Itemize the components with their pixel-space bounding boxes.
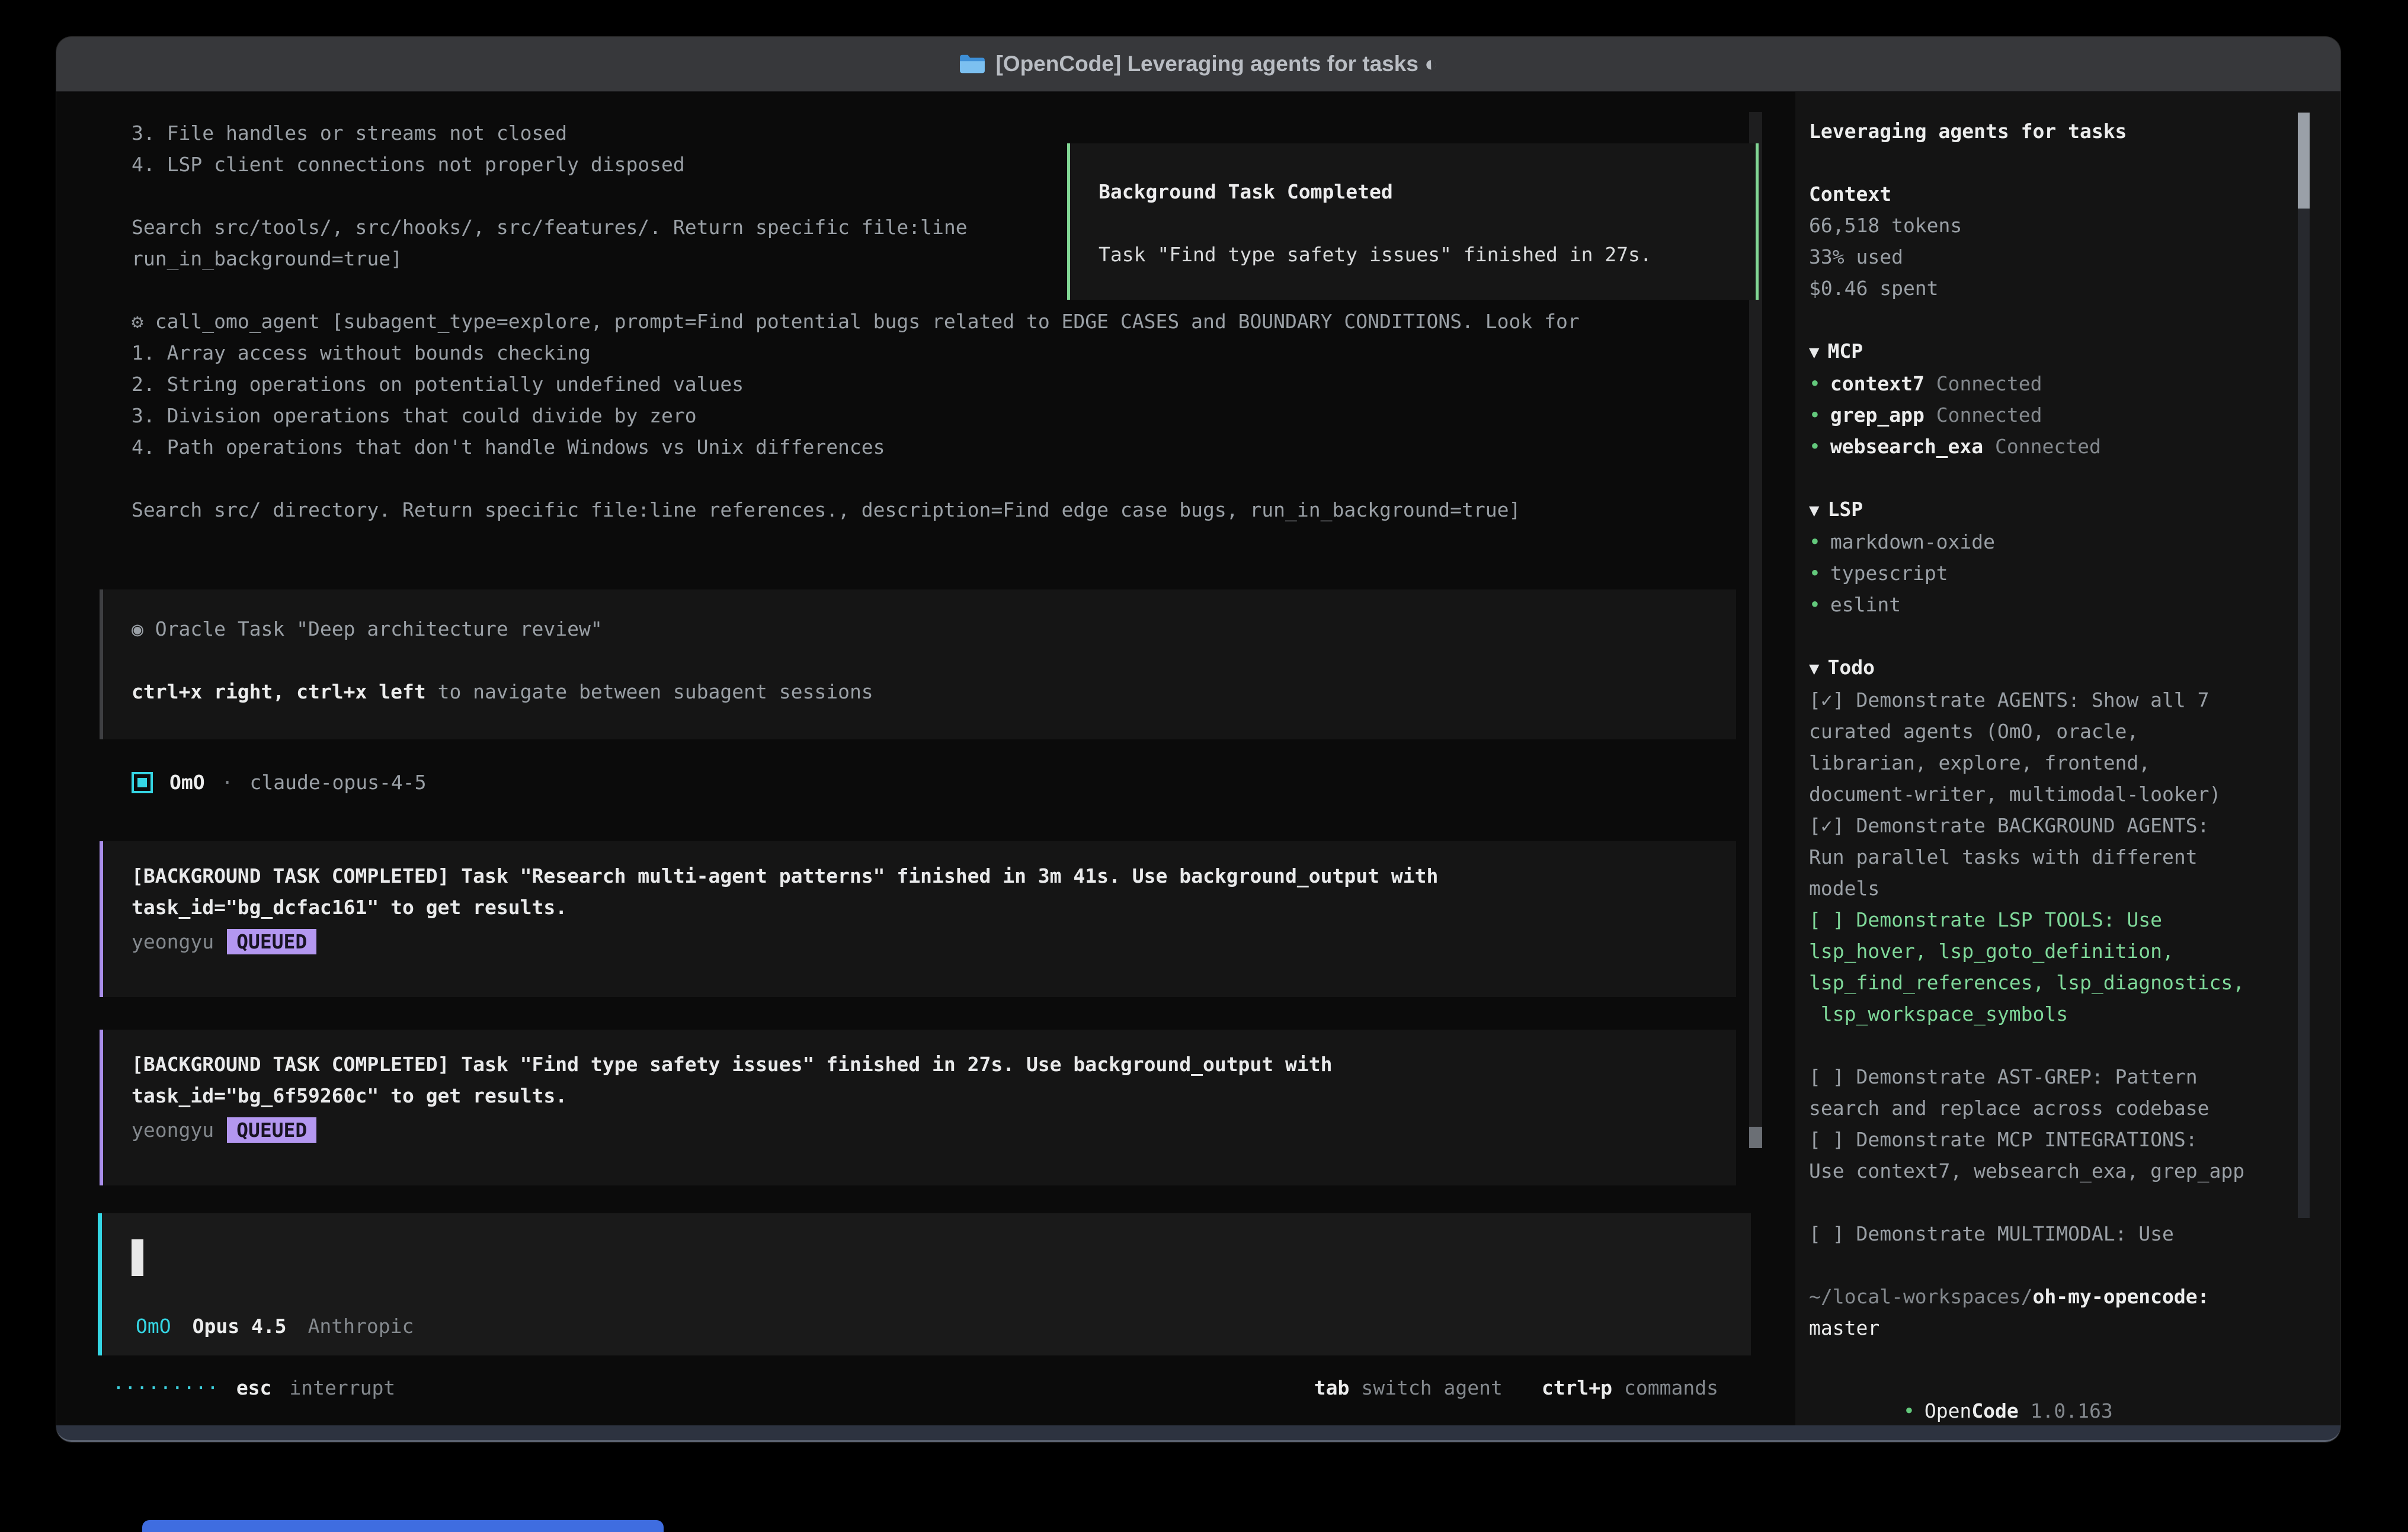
mcp-item: •context7 Connected (1809, 368, 2295, 399)
input-agent-label: OmO (136, 1315, 171, 1338)
todo-item-pending: [ ] Demonstrate AST-GREP: Pattern search… (1809, 1061, 2295, 1124)
opencode-terminal-window: [OpenCode] Leveraging agents for tasks ◐… (56, 37, 2340, 1442)
folder-icon (959, 53, 986, 75)
queued-badge: QUEUED (227, 929, 316, 954)
lsp-item: •typescript (1809, 557, 2295, 589)
keybind-text: ctrl+x right, ctrl+x left (132, 680, 426, 703)
status-dot-icon: • (1809, 530, 1821, 553)
todo-item-done: [✓] Demonstrate AGENTS: Show all 7 curat… (1809, 684, 2295, 810)
scrollback-line: 1. Array access without bounds checking (132, 337, 1755, 368)
gear-icon: ⚙ (132, 310, 143, 333)
task-message-line: [BACKGROUND TASK COMPLETED] Task "Find t… (132, 1049, 1736, 1080)
fisheye-icon: ◉ (132, 617, 143, 640)
scrollback-line: 4. Path operations that don't handle Win… (132, 431, 1755, 463)
sidebar-scrollbar-thumb[interactable] (2298, 113, 2310, 209)
tool-call-line: ⚙ call_omo_agent [subagent_type=explore,… (132, 306, 1755, 337)
main-scrollbar-thumb[interactable] (1749, 1127, 1762, 1148)
task-message-line: task_id="bg_6f59260c" to get results. (132, 1080, 1736, 1111)
chevron-down-icon: ▼ (1809, 658, 1819, 678)
lsp-item: •markdown-oxide (1809, 526, 2295, 557)
window-title-text: [OpenCode] Leveraging agents for tasks ◐ (995, 52, 1437, 76)
window-title: [OpenCode] Leveraging agents for tasks ◐ (959, 52, 1437, 76)
session-title: Leveraging agents for tasks (1809, 116, 2295, 147)
input-model-label: Opus 4.5 (193, 1315, 287, 1338)
input-meta: OmO Opus 4.5 Anthropic (136, 1315, 414, 1338)
status-left: ········· esc interrupt (113, 1376, 395, 1399)
text-cursor (132, 1239, 143, 1276)
background-task-message: [BACKGROUND TASK COMPLETED] Task "Find t… (100, 1030, 1736, 1185)
status-dot-icon: • (1809, 372, 1821, 395)
input-provider-label: Anthropic (308, 1315, 414, 1338)
tool-call-text: call_omo_agent [subagent_type=explore, p… (155, 310, 1580, 333)
background-window-edge[interactable] (142, 1520, 664, 1532)
status-dot-icon: • (1809, 435, 1821, 458)
todo-item-active: [ ] Demonstrate LSP TOOLS: Use lsp_hover… (1809, 904, 2295, 1030)
ctrlp-key-label: commands (1624, 1376, 1718, 1399)
todo-section-header[interactable]: ▼Todo (1809, 652, 2295, 684)
status-right: tab switch agent ctrl+p commands (1314, 1376, 1718, 1399)
chevron-down-icon: ▼ (1809, 500, 1819, 520)
scrollback-line: 3. Division operations that could divide… (132, 400, 1755, 431)
lsp-section-header[interactable]: ▼LSP (1809, 493, 2295, 526)
agent-separator: · (222, 771, 233, 794)
chat-main-pane: 3. File handles or streams not closed 4.… (56, 92, 1795, 1425)
agent-model: claude-opus-4-5 (249, 771, 426, 794)
background-task-toast: Background Task Completed Task "Find typ… (1067, 143, 1759, 300)
context-tokens: 66,518 tokens (1809, 210, 2295, 241)
tab-key-hint: tab (1314, 1376, 1350, 1399)
background-task-message: [BACKGROUND TASK COMPLETED] Task "Resear… (100, 841, 1736, 997)
esc-key-label: interrupt (289, 1376, 395, 1399)
todo-item-done: [✓] Demonstrate BACKGROUND AGENTS: Run p… (1809, 810, 2295, 904)
scrollback-line: Search src/ directory. Return specific f… (132, 494, 1755, 525)
context-heading: Context (1809, 178, 2295, 210)
git-branch: master (1809, 1312, 2295, 1344)
lsp-item: •eslint (1809, 589, 2295, 620)
esc-key-hint: esc (236, 1376, 272, 1399)
status-dot-icon: • (1809, 403, 1821, 427)
mcp-item: •grep_app Connected (1809, 399, 2295, 431)
mcp-item: •websearch_exa Connected (1809, 431, 2295, 462)
context-spent: $0.46 spent (1809, 273, 2295, 304)
omo-agent-icon (132, 772, 153, 793)
todo-item-pending: [ ] Demonstrate MULTIMODAL: Use (1809, 1218, 2295, 1249)
sidebar-scrollbar-track[interactable] (2298, 209, 2310, 1218)
session-sidebar: Leveraging agents for tasks Context 66,5… (1795, 92, 2340, 1425)
toast-body: Task "Find type safety issues" finished … (1099, 243, 1727, 266)
status-dot-icon: • (1903, 1399, 1915, 1422)
status-bar: ········· esc interrupt tab switch agent… (113, 1376, 1757, 1402)
chevron-down-icon: ▼ (1809, 342, 1819, 362)
window-bottom-strip (56, 1425, 2340, 1442)
desktop: [OpenCode] Leveraging agents for tasks ◐… (0, 0, 2408, 1532)
context-used: 33% used (1809, 241, 2295, 273)
oracle-task-title: ◉ Oracle Task "Deep architecture review" (132, 613, 1736, 645)
scrollback-line (132, 463, 1755, 494)
oracle-task-panel: ◉ Oracle Task "Deep architecture review"… (100, 589, 1736, 739)
scrollback-line: 2. String operations on potentially unde… (132, 368, 1755, 400)
tab-key-label: switch agent (1361, 1376, 1502, 1399)
task-user: yeongyu (132, 1118, 214, 1142)
opencode-version: •OpenCode 1.0.163 (1809, 1376, 2113, 1425)
workspace-path: ~/local-workspaces/oh-my-opencode: maste… (1809, 1281, 2295, 1344)
spinner-icon: ········· (113, 1376, 219, 1399)
task-message-line: task_id="bg_dcfac161" to get results. (132, 892, 1736, 923)
agent-header: OmO · claude-opus-4-5 (132, 771, 427, 794)
prompt-input[interactable]: OmO Opus 4.5 Anthropic (98, 1213, 1751, 1355)
window-titlebar[interactable]: [OpenCode] Leveraging agents for tasks ◐ (56, 37, 2340, 92)
oracle-task-hint: ctrl+x right, ctrl+x left to navigate be… (132, 676, 1736, 707)
task-user: yeongyu (132, 930, 214, 953)
mcp-section-header[interactable]: ▼MCP (1809, 335, 2295, 368)
task-message-line: [BACKGROUND TASK COMPLETED] Task "Resear… (132, 860, 1736, 892)
status-dot-icon: • (1809, 593, 1821, 616)
agent-name: OmO (169, 771, 205, 794)
queued-badge: QUEUED (227, 1117, 316, 1143)
ctrlp-key-hint: ctrl+p (1542, 1376, 1612, 1399)
status-dot-icon: • (1809, 562, 1821, 585)
toast-title: Background Task Completed (1099, 180, 1727, 204)
todo-item-pending: [ ] Demonstrate MCP INTEGRATIONS: Use co… (1809, 1124, 2295, 1187)
